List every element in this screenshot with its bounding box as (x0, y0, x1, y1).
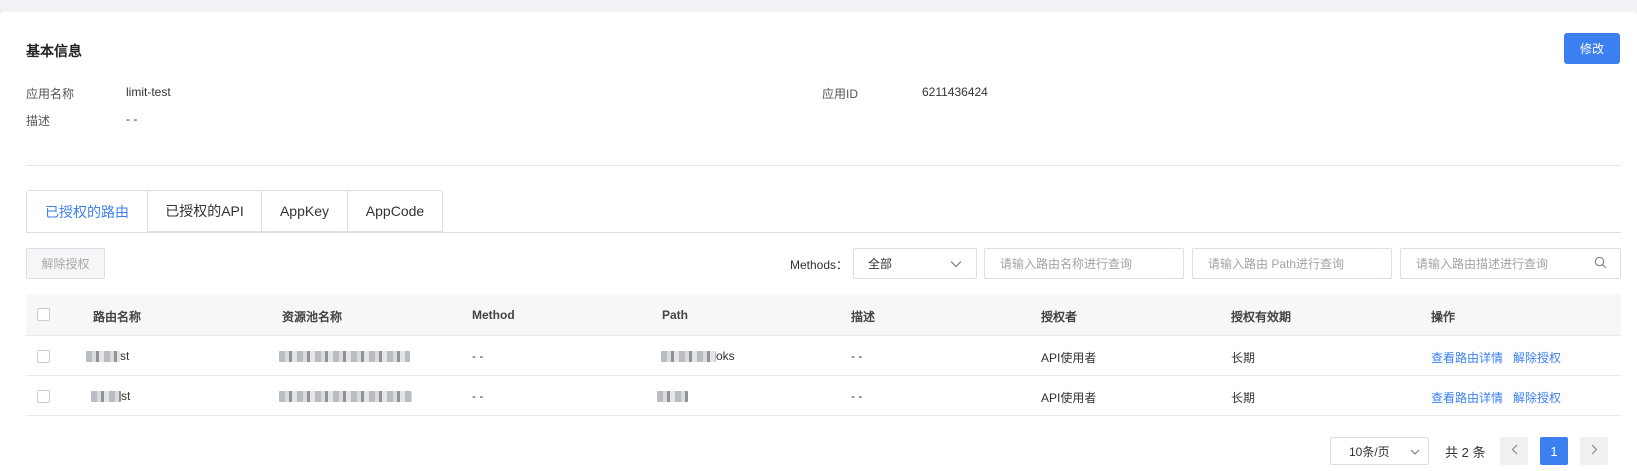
revoke-button[interactable]: 解除授权 (26, 248, 105, 279)
search-button[interactable] (1580, 248, 1621, 279)
methods-select[interactable]: 全部 (853, 248, 977, 279)
tab-bar: 已授权的路由 已授权的API AppKey AppCode (26, 190, 443, 233)
tab-authorized-routes[interactable]: 已授权的路由 (26, 190, 147, 233)
redacted-text (279, 351, 410, 363)
tab-underline (26, 232, 1621, 233)
select-all-checkbox[interactable] (37, 308, 50, 321)
chevron-left-icon (1511, 444, 1518, 458)
view-route-detail-link[interactable]: 查看路由详情 (1431, 389, 1503, 406)
method: - - (472, 349, 484, 363)
app-name-value: limit-test (126, 85, 171, 99)
chevron-down-icon (950, 257, 962, 271)
methods-value: 全部 (868, 257, 893, 271)
search-icon (1594, 256, 1607, 272)
prev-page-button[interactable] (1500, 437, 1528, 465)
page-size-select[interactable]: 10条/页 (1330, 437, 1429, 465)
pool-name (279, 349, 410, 363)
method: - - (472, 389, 484, 403)
route-desc-search-input[interactable] (1400, 248, 1581, 279)
header-validity: 授权有效期 (1231, 310, 1292, 324)
route-path-search-input[interactable] (1192, 248, 1392, 279)
validity: 长期 (1231, 351, 1256, 365)
row-checkbox[interactable] (37, 350, 50, 363)
row-checkbox[interactable] (37, 390, 50, 403)
table-header: 路由名称 资源池名称 Method Path 描述 授权者 授权有效期 操作 (26, 294, 1621, 336)
grantor: API使用者 (1041, 391, 1097, 405)
page-1-button[interactable]: 1 (1540, 437, 1568, 465)
section-title: 基本信息 (26, 43, 82, 59)
redacted-text (279, 391, 412, 403)
total-count: 共 2 条 (1445, 445, 1486, 460)
header-grantor: 授权者 (1041, 310, 1078, 324)
divider (26, 165, 1621, 166)
header-route-name: 路由名称 (93, 310, 142, 324)
route-name-search-input[interactable] (984, 248, 1184, 279)
path: oks (661, 349, 735, 363)
tab-authorized-api[interactable]: 已授权的API (147, 190, 261, 232)
redacted-text (86, 351, 120, 363)
next-page-button[interactable] (1580, 437, 1608, 465)
header-method: Method (472, 308, 515, 322)
header-path: Path (662, 308, 689, 322)
header-desc: 描述 (851, 310, 876, 324)
app-id-label: 应用ID (822, 87, 859, 101)
redacted-text (91, 391, 121, 403)
tab-appkey[interactable]: AppKey (261, 190, 347, 232)
chevron-down-icon (1410, 444, 1420, 458)
description: - - (851, 349, 863, 363)
methods-label: Methods： (790, 258, 849, 272)
page-size-value: 10条/页 (1349, 444, 1390, 459)
edit-button[interactable]: 修改 (1564, 33, 1620, 64)
header-actions: 操作 (1431, 310, 1456, 324)
app-detail-card: 基本信息 修改 应用名称 limit-test 应用ID 6211436424 … (0, 12, 1637, 471)
revoke-link[interactable]: 解除授权 (1513, 389, 1561, 406)
description: - - (851, 389, 863, 403)
grantor: API使用者 (1041, 351, 1097, 365)
desc-label: 描述 (26, 114, 51, 128)
desc-value: - - (126, 112, 138, 126)
view-route-detail-link[interactable]: 查看路由详情 (1431, 349, 1503, 366)
route-name: st (91, 389, 130, 403)
redacted-text (661, 351, 716, 363)
path (657, 389, 688, 403)
app-id-value: 6211436424 (922, 85, 988, 99)
table-row: st - - - - API使用者 长期 查看路由详情 解除授权 (26, 376, 1621, 416)
redacted-text (657, 391, 688, 403)
app-name-label: 应用名称 (26, 87, 75, 101)
route-name: st (86, 349, 129, 363)
chevron-right-icon (1591, 444, 1598, 458)
header-pool-name: 资源池名称 (282, 310, 343, 324)
revoke-link[interactable]: 解除授权 (1513, 349, 1561, 366)
table-row: st - - oks - - API使用者 长期 查看路由详情 解除授权 (26, 336, 1621, 376)
validity: 长期 (1231, 391, 1256, 405)
pool-name (279, 389, 412, 403)
tab-appcode[interactable]: AppCode (347, 190, 443, 232)
